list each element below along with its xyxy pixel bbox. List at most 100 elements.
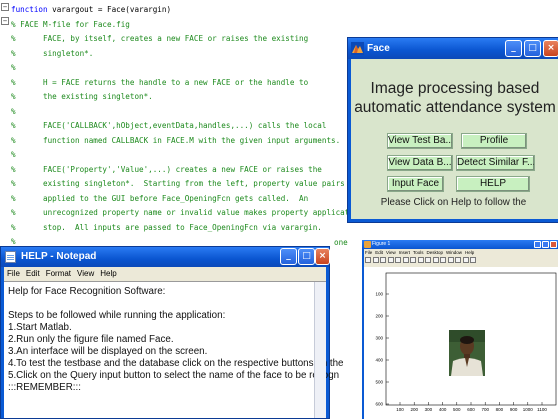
code-line[interactable]: % FACE, by itself, creates a new FACE or… — [11, 32, 308, 46]
x-tick-label: 800 — [496, 407, 504, 412]
pan-icon[interactable] — [417, 257, 424, 263]
close-button[interactable]: × — [543, 40, 558, 57]
figure-menu-edit[interactable]: Edit — [375, 249, 383, 256]
input-face-button[interactable]: Input Face — [387, 176, 444, 192]
link-icon[interactable] — [447, 257, 454, 263]
menu-help[interactable]: Help — [97, 267, 119, 281]
menu-edit[interactable]: Edit — [23, 267, 43, 281]
notepad-window[interactable]: HELP - Notepad _ □ × File Edit Format View H… — [0, 246, 344, 419]
notepad-text-line: 2.Run only the figure file named Face. — [8, 334, 174, 345]
figure-menu-desktop[interactable]: Desktop — [427, 249, 444, 256]
save-icon[interactable] — [380, 257, 386, 263]
zoom-out-icon[interactable] — [410, 257, 416, 263]
profile-button[interactable]: Profile — [461, 133, 527, 149]
code-line[interactable]: % unrecognized property name or invalid … — [11, 206, 362, 220]
code-line[interactable]: % H = FACE returns the handle to a new F… — [11, 76, 308, 90]
close-button[interactable] — [550, 241, 557, 248]
code-keyword: function — [11, 5, 48, 14]
code-line[interactable]: % — [11, 105, 16, 119]
notepad-titlebar[interactable]: HELP - Notepad _ □ × — [1, 247, 330, 267]
detect-similar-faces-button[interactable]: Detect Similar F... — [456, 155, 535, 171]
y-tick-label: 600 — [375, 402, 383, 407]
edit-plot-icon[interactable] — [395, 257, 401, 263]
notepad-title: HELP - Notepad — [21, 251, 97, 262]
figure-menu-file[interactable]: File — [365, 249, 372, 256]
face-titlebar[interactable]: Face _ □ × — [348, 38, 558, 59]
close-icon: × — [547, 43, 555, 53]
face-window[interactable]: Face _ □ × Image processing based automa… — [347, 37, 558, 223]
y-tick-label: 300 — [375, 336, 383, 341]
notepad-text-line: 1.Start Matlab. — [8, 322, 72, 333]
matlab-editor[interactable]: − − function varargout = Face(varargin)%… — [0, 0, 362, 250]
brush-icon[interactable] — [440, 257, 446, 263]
figure-titlebar[interactable]: Figure 1 — [362, 240, 558, 249]
code-line[interactable]: % — [11, 148, 16, 162]
notepad-text-area[interactable]: Help for Face Recognition Software: Steps… — [4, 281, 344, 418]
y-tick-label: 200 — [375, 314, 383, 319]
code-line[interactable]: % stop. All inputs are passed to Face_Op… — [11, 221, 322, 235]
code-line[interactable]: % function named CALLBACK in FACE.M with… — [11, 134, 340, 148]
close-button[interactable]: × — [315, 248, 330, 265]
code-line[interactable]: % existing singleton*. Starting from the… — [11, 177, 362, 191]
figure-body: File Edit View Insert Tools Desktop Window Help… — [364, 249, 558, 419]
view-test-base-button[interactable]: View Test Ba... — [387, 133, 453, 149]
figure-window[interactable]: Figure 1 File Edit View Insert Tools Desktop W… — [362, 240, 558, 419]
code-line[interactable]: function varargout = Face(varargin) — [11, 3, 171, 17]
code-line[interactable]: % FACE('CALLBACK',hObject,eventData,hand… — [11, 119, 326, 133]
new-figure-icon[interactable] — [365, 257, 371, 263]
x-tick-label: 900 — [510, 407, 518, 412]
menu-format[interactable]: Format — [43, 267, 74, 281]
code-line[interactable]: % singleton*. — [11, 47, 93, 61]
x-tick-label: 500 — [453, 407, 461, 412]
minimize-button[interactable]: _ — [505, 40, 522, 57]
code-line[interactable]: % FACE('Property','Value',...) creates a… — [11, 163, 322, 177]
face-window-title: Face — [367, 43, 390, 54]
figure-toolbar — [365, 257, 478, 265]
vertical-scrollbar[interactable] — [314, 282, 326, 418]
code-line[interactable]: % applied to the GUI before Face_Opening… — [11, 192, 308, 206]
fold-toggle-icon[interactable]: − — [1, 17, 9, 25]
app-heading-line-1: Image processing based — [370, 80, 540, 97]
figure-menu-help[interactable]: Help — [465, 249, 474, 256]
legend-icon[interactable] — [462, 257, 469, 263]
maximize-icon: □ — [528, 43, 537, 53]
x-tick-label: 1100 — [537, 407, 547, 412]
data-cursor-icon[interactable] — [432, 257, 439, 263]
figure-canvas[interactable]: 100 200 300 400 500 600 100 200 300 400 500 600 700… — [364, 267, 558, 419]
code-line[interactable]: % — [11, 61, 16, 75]
menu-view[interactable]: View — [74, 267, 97, 281]
figure-menu-tools[interactable]: Tools — [413, 249, 424, 256]
notepad-menubar: File Edit Format View Help — [4, 267, 326, 281]
colorbar-icon[interactable] — [455, 257, 461, 263]
zoom-in-icon[interactable] — [402, 257, 409, 263]
minimize-button[interactable] — [534, 241, 541, 248]
figure-menu-window[interactable]: Window — [446, 249, 462, 256]
maximize-button[interactable]: □ — [298, 248, 315, 265]
x-tick-label: 700 — [481, 407, 489, 412]
code-fold-gutter: − − — [0, 0, 10, 250]
help-button[interactable]: HELP — [456, 176, 530, 192]
print-icon[interactable] — [387, 257, 394, 263]
view-data-base-button[interactable]: View Data B... — [387, 155, 453, 171]
maximize-button[interactable] — [542, 241, 549, 248]
close-icon: × — [318, 251, 327, 261]
fold-toggle-icon[interactable]: − — [1, 3, 9, 11]
maximize-icon: □ — [302, 251, 311, 261]
rotate-icon[interactable] — [425, 257, 431, 263]
help-instruction-text: Please Click on Help to follow the — [380, 197, 527, 208]
figure-menu-insert[interactable]: Insert — [399, 249, 410, 256]
x-tick-label: 400 — [439, 407, 447, 412]
matlab-figure-icon — [351, 42, 364, 55]
code-line[interactable]: % FACE M-file for Face.fig — [11, 18, 130, 32]
minimize-button[interactable]: _ — [280, 248, 297, 265]
menu-file[interactable]: File — [4, 267, 23, 281]
figure-menu-view[interactable]: View — [386, 249, 396, 256]
notepad-text-line: 3.An interface will be displayed on the … — [8, 346, 208, 357]
code-line[interactable]: % the existing singleton*. — [11, 90, 153, 104]
x-tick-label: 1000 — [523, 407, 534, 412]
plot-tools-icon[interactable] — [470, 257, 476, 263]
x-tick-label: 200 — [410, 407, 418, 412]
notepad-icon — [5, 251, 16, 263]
open-file-icon[interactable] — [372, 257, 379, 263]
maximize-button[interactable]: □ — [524, 40, 541, 57]
